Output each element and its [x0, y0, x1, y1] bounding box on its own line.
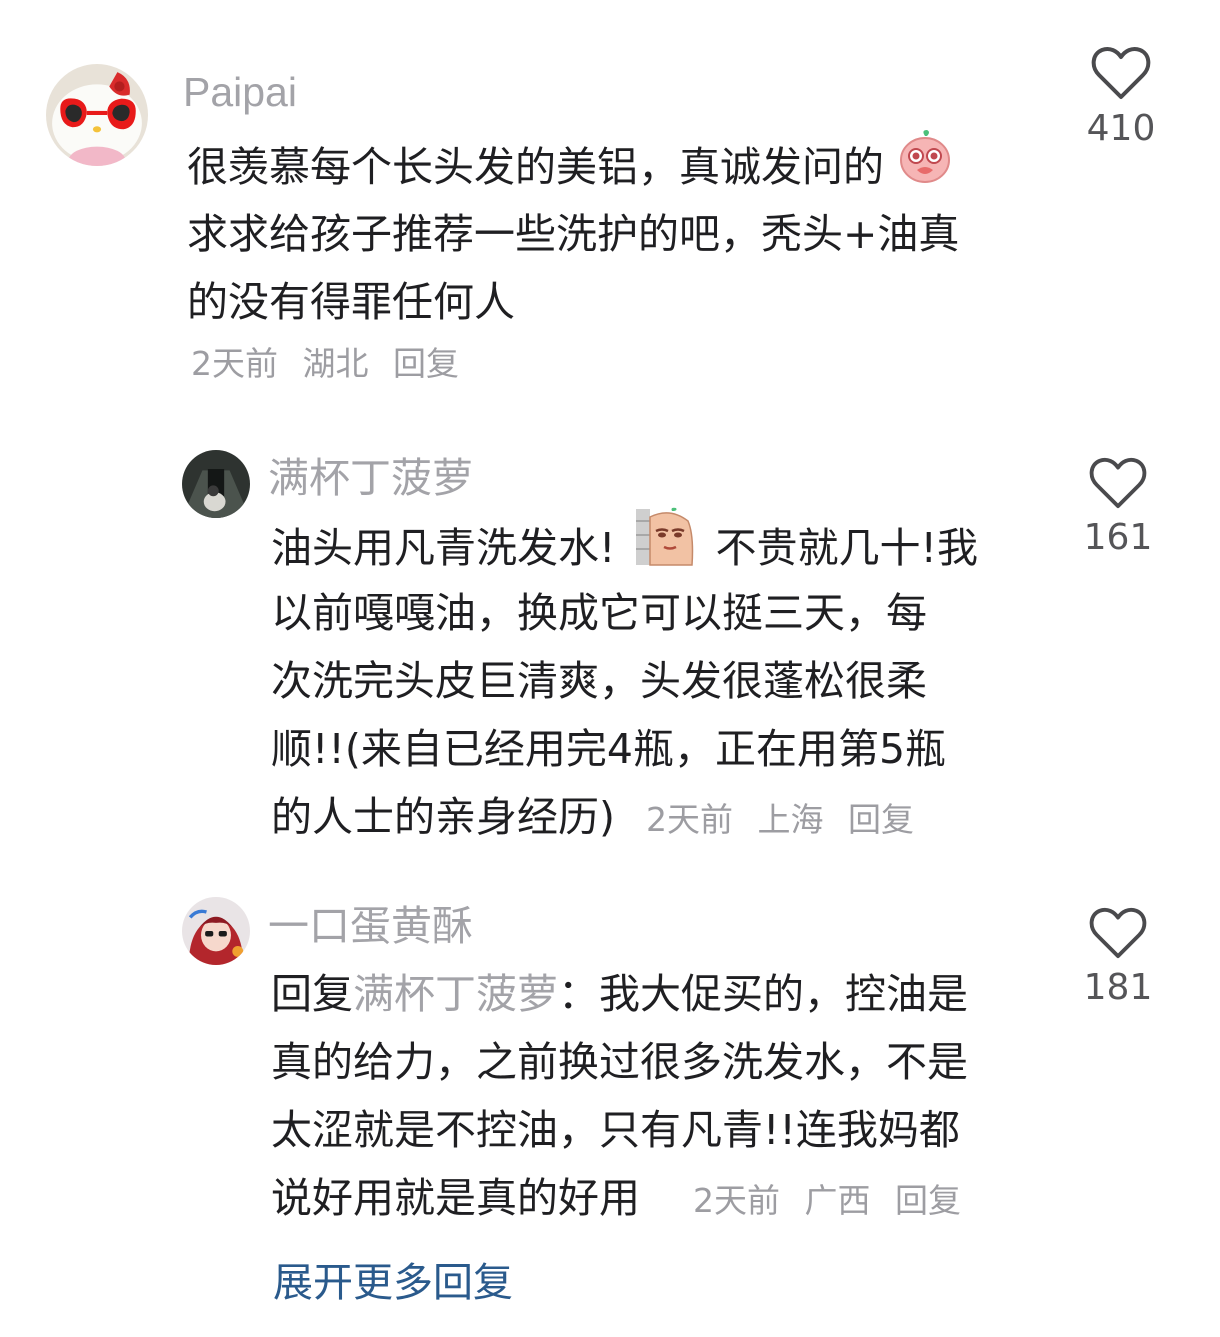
reply-button[interactable]: 回复: [848, 800, 914, 839]
comment-line: 油头用凡青洗发水! 不贵就几十!我: [271, 507, 978, 579]
comment-text: 回复满杯丁菠萝：我大促买的，控油是 真的给力，之前换过很多洗发水，不是 太涩就是…: [271, 960, 975, 1232]
like-count: 410: [1086, 108, 1156, 149]
comment-line: 回复满杯丁菠萝：我大促买的，控油是: [271, 960, 975, 1028]
comment-location: 上海: [757, 800, 824, 839]
peeking-wall-emoji-icon: [636, 507, 694, 587]
comment-text-segment: 很羡慕每个长头发的美铝，真诚发问的: [187, 143, 884, 191]
anime-girl-avatar-icon: [182, 897, 250, 965]
username[interactable]: 一口蛋黄酥: [268, 900, 473, 952]
like-control: 161: [1058, 455, 1178, 558]
like-control: 410: [1061, 44, 1181, 149]
comment-text: 很羡慕每个长头发的美铝，真诚发问的 求求给孩子推荐一些洗护的吧，秃头+油真 的没…: [187, 130, 960, 336]
comment-line: 求求给孩子推荐一些洗护的吧，秃头+油真: [187, 210, 960, 258]
comment-text: 油头用凡青洗发水! 不贵就几十!我 以前嘎嘎油，换成它可以挺三天，每 次洗完头皮…: [271, 507, 978, 851]
comment-text-segment: 不贵就几十!我: [715, 524, 978, 572]
comment-text-segment: 说好用就是真的好用: [271, 1174, 640, 1222]
comment-meta: 2天前 广西 回复: [693, 1181, 975, 1220]
comment-time: 2天前: [693, 1181, 781, 1220]
comment-text-segment: 油头用凡青洗发水!: [271, 524, 616, 572]
heart-icon[interactable]: [1088, 905, 1148, 961]
comment-line: 的人士的亲身经历) 2天前 上海 回复: [271, 783, 978, 851]
like-count: 161: [1083, 517, 1153, 558]
comment-line: 很羡慕每个长头发的美铝，真诚发问的: [187, 130, 959, 200]
comment-meta: 2天前 湖北 回复: [191, 340, 473, 388]
hello-kitty-sunglasses-avatar-icon: [46, 64, 148, 166]
comment-time: 2天前: [191, 344, 278, 383]
avatar[interactable]: [46, 64, 148, 166]
reply-button[interactable]: 回复: [393, 344, 459, 383]
comment-line: 说好用就是真的好用 2天前 广西 回复: [271, 1164, 975, 1232]
comment-line: 太涩就是不控油，只有凡青!!连我妈都: [271, 1106, 960, 1154]
pleading-face-emoji-icon: [897, 128, 953, 204]
comment-location: 湖北: [302, 344, 369, 383]
comment-line: 以前嘎嘎油，换成它可以挺三天，每: [271, 589, 927, 637]
username[interactable]: Paipai: [183, 66, 297, 118]
like-control: 181: [1058, 905, 1178, 1008]
like-count: 181: [1083, 967, 1153, 1008]
heart-icon[interactable]: [1088, 455, 1148, 511]
comment-text-segment: 我大促买的，控油是: [599, 970, 968, 1018]
comment-line: 的没有得罪任何人: [187, 278, 515, 326]
dark-photo-avatar-icon: [182, 450, 250, 518]
comment-text-segment: 的人士的亲身经历): [271, 793, 615, 841]
comment-line: 次洗完头皮巨清爽，头发很蓬松很柔: [271, 657, 927, 705]
expand-more-replies-button[interactable]: 展开更多回复: [273, 1250, 513, 1308]
reply-button[interactable]: 回复: [895, 1181, 961, 1220]
heart-icon[interactable]: [1090, 44, 1152, 102]
reply-colon: ：: [558, 970, 599, 1018]
mention-link[interactable]: 满杯丁菠萝: [353, 970, 558, 1018]
comment-meta: 2天前 上海 回复: [646, 800, 928, 839]
comment-time: 2天前: [646, 800, 734, 839]
reply-prefix: 回复: [271, 970, 353, 1018]
username[interactable]: 满杯丁菠萝: [268, 452, 473, 504]
avatar[interactable]: [182, 897, 250, 965]
comment-line: 顺!!(来自已经用完4瓶，正在用第5瓶: [271, 725, 947, 773]
avatar[interactable]: [182, 450, 250, 518]
comment-line: 真的给力，之前换过很多洗发水，不是: [271, 1038, 968, 1086]
comment-location: 广西: [804, 1181, 871, 1220]
